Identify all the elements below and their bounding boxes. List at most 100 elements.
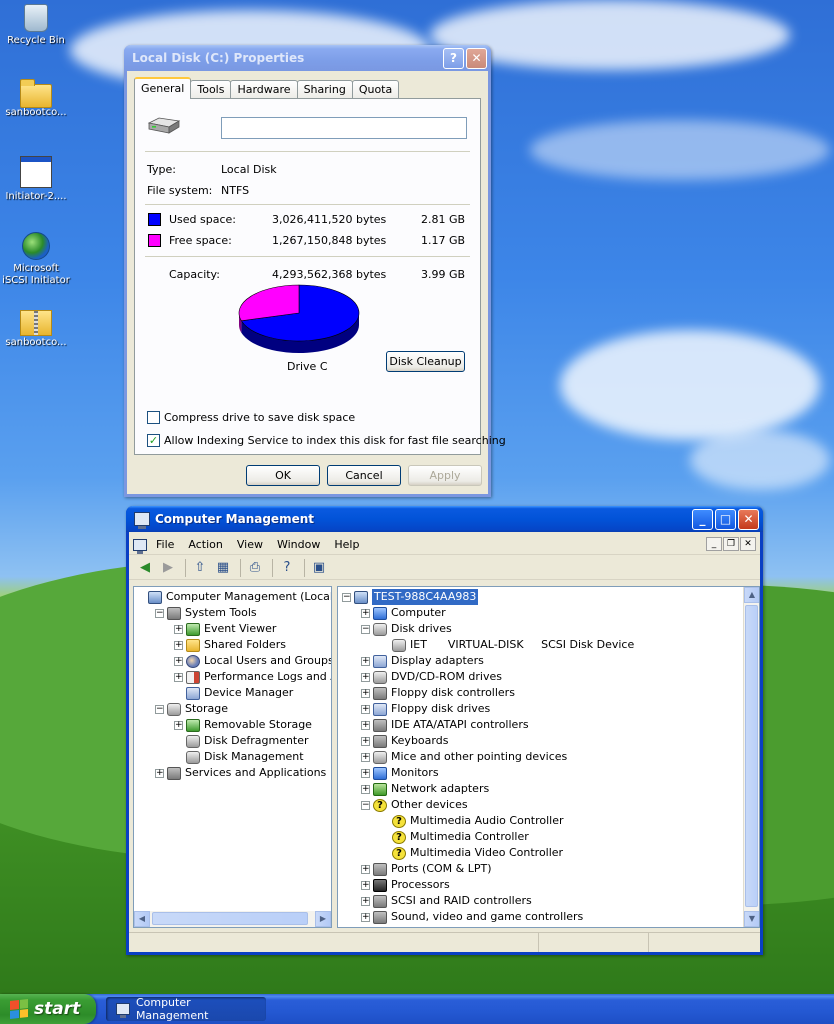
tree-item-disk-management[interactable]: Disk Management bbox=[174, 749, 304, 765]
tree-item-floppy-disk-controllers[interactable]: + Floppy disk controllers bbox=[361, 685, 515, 701]
vertical-scrollbar[interactable]: ▲ ▼ bbox=[743, 587, 759, 927]
tree-item-ports-com-lpt[interactable]: + Ports (COM & LPT) bbox=[361, 861, 492, 877]
expand-icon[interactable]: + bbox=[155, 768, 164, 778]
expand-icon[interactable]: + bbox=[361, 768, 370, 778]
tree-item-iet-virtual-disk-scsi-disk-device[interactable]: IET VIRTUAL-DISK SCSI Disk Device bbox=[380, 637, 634, 653]
tree-item-disk-defragmenter[interactable]: Disk Defragmenter bbox=[174, 733, 309, 749]
expand-icon[interactable]: + bbox=[361, 720, 370, 730]
tab-general[interactable]: General bbox=[134, 77, 192, 99]
tree-item-floppy-disk-drives[interactable]: + Floppy disk drives bbox=[361, 701, 490, 717]
expand-icon[interactable]: + bbox=[361, 656, 370, 666]
expand-icon[interactable]: + bbox=[361, 688, 370, 698]
volume-label-input[interactable] bbox=[221, 117, 467, 139]
help-icon[interactable]: ? bbox=[277, 559, 297, 577]
collapse-icon[interactable]: − bbox=[155, 608, 164, 618]
expand-icon[interactable]: + bbox=[361, 784, 370, 794]
expand-icon[interactable]: + bbox=[174, 640, 183, 650]
expand-icon[interactable]: + bbox=[174, 656, 183, 666]
tree-item-system-tools[interactable]: − System Tools bbox=[155, 605, 257, 621]
expand-icon[interactable]: + bbox=[361, 880, 370, 890]
cancel-button[interactable]: Cancel bbox=[327, 465, 401, 486]
tab-sharing[interactable]: Sharing bbox=[296, 80, 353, 99]
expand-icon[interactable]: + bbox=[361, 736, 370, 746]
desktop-icon-sanboot-zip[interactable]: sanbootco... bbox=[0, 308, 72, 349]
device-tree-pane[interactable]: − TEST-988C4AA983 + Computer − Disk drives IET… bbox=[337, 586, 760, 928]
tree-item-other-devices[interactable]: −? Other devices bbox=[361, 797, 468, 813]
minimize-button[interactable]: _ bbox=[692, 508, 713, 530]
menu-view[interactable]: View bbox=[230, 538, 270, 551]
collapse-icon[interactable]: − bbox=[342, 592, 351, 602]
forward-arrow-icon[interactable]: ▶ bbox=[158, 559, 178, 577]
menu-file[interactable]: File bbox=[149, 538, 181, 551]
mdi-minimize-button[interactable]: _ bbox=[706, 537, 722, 551]
collapse-icon[interactable]: − bbox=[361, 624, 370, 634]
tree-item-services-and-applications[interactable]: + Services and Applications bbox=[155, 765, 326, 781]
ok-button[interactable]: OK bbox=[246, 465, 320, 486]
apply-button[interactable]: Apply bbox=[408, 465, 482, 486]
expand-icon[interactable]: + bbox=[361, 608, 370, 618]
mdi-restore-button[interactable]: ❐ bbox=[723, 537, 739, 551]
tree-item-performance-logs-and-alerts[interactable]: + Performance Logs and Alerts bbox=[174, 669, 331, 685]
show-hide-tree-icon[interactable]: ▦ bbox=[213, 559, 233, 577]
tree-item-computer-management-local[interactable]: Computer Management (Local) bbox=[136, 589, 331, 605]
tab-quota[interactable]: Quota bbox=[351, 80, 400, 99]
tree-item-processors[interactable]: + Processors bbox=[361, 877, 450, 893]
tree-item-multimedia-audio-controller[interactable]: ? Multimedia Audio Controller bbox=[380, 813, 564, 829]
tree-item-removable-storage[interactable]: + Removable Storage bbox=[174, 717, 312, 733]
tree-item-disk-drives[interactable]: − Disk drives bbox=[361, 621, 452, 637]
close-button[interactable]: ✕ bbox=[738, 508, 759, 530]
expand-icon[interactable]: + bbox=[361, 704, 370, 714]
tree-item-multimedia-video-controller[interactable]: ? Multimedia Video Controller bbox=[380, 845, 563, 861]
mgmt-titlebar[interactable]: Computer Management _ □ ✕ bbox=[126, 506, 763, 532]
tree-item-shared-folders[interactable]: + Shared Folders bbox=[174, 637, 286, 653]
scroll-right-button[interactable]: ▶ bbox=[315, 911, 331, 927]
tree-item-multimedia-controller[interactable]: ? Multimedia Controller bbox=[380, 829, 529, 845]
tree-item-computer[interactable]: + Computer bbox=[361, 605, 446, 621]
expand-icon[interactable]: + bbox=[361, 912, 370, 922]
expand-icon[interactable]: + bbox=[361, 864, 370, 874]
expand-icon[interactable]: + bbox=[174, 720, 183, 730]
expand-icon[interactable]: + bbox=[361, 896, 370, 906]
tree-item-sound-video-and-game-controllers[interactable]: + Sound, video and game controllers bbox=[361, 909, 583, 925]
horizontal-scrollbar[interactable]: ◀ ▶ bbox=[134, 911, 331, 927]
tree-item-event-viewer[interactable]: + Event Viewer bbox=[174, 621, 276, 637]
compress-drive-checkbox[interactable] bbox=[147, 411, 160, 424]
tab-tools[interactable]: Tools bbox=[190, 80, 232, 99]
tree-item-network-adapters[interactable]: + Network adapters bbox=[361, 781, 489, 797]
expand-icon[interactable]: + bbox=[361, 672, 370, 682]
tree-item-local-users-and-groups[interactable]: + Local Users and Groups bbox=[174, 653, 331, 669]
mdi-close-button[interactable]: ✕ bbox=[740, 537, 756, 551]
desktop-icon-sanboot-folder[interactable]: sanbootco... bbox=[0, 79, 72, 119]
desktop-icon-recycle-bin[interactable]: Recycle Bin bbox=[0, 4, 72, 47]
maximize-button[interactable]: □ bbox=[715, 508, 736, 530]
vertical-scroll-thumb[interactable] bbox=[745, 605, 758, 907]
up-folder-icon[interactable]: ⇧ bbox=[190, 559, 210, 577]
tree-item-scsi-and-raid-controllers[interactable]: + SCSI and RAID controllers bbox=[361, 893, 532, 909]
desktop-icon-initiator[interactable]: Initiator-2.... bbox=[0, 156, 72, 203]
close-button[interactable]: ✕ bbox=[466, 47, 487, 69]
console-tree-pane[interactable]: Computer Management (Local) − System Tools… bbox=[133, 586, 332, 928]
allow-indexing-checkbox[interactable]: ✓ bbox=[147, 434, 160, 447]
horizontal-scroll-thumb[interactable] bbox=[152, 912, 308, 925]
tree-item-display-adapters[interactable]: + Display adapters bbox=[361, 653, 484, 669]
print-icon[interactable]: ⎙ bbox=[245, 559, 265, 577]
disk-cleanup-button[interactable]: Disk Cleanup bbox=[386, 351, 465, 372]
back-arrow-icon[interactable]: ◀ bbox=[135, 559, 155, 577]
tab-hardware[interactable]: Hardware bbox=[230, 80, 298, 99]
expand-icon[interactable]: + bbox=[361, 752, 370, 762]
scroll-down-button[interactable]: ▼ bbox=[744, 911, 759, 927]
menu-action[interactable]: Action bbox=[181, 538, 229, 551]
expand-icon[interactable]: + bbox=[174, 624, 183, 634]
menu-help[interactable]: Help bbox=[327, 538, 366, 551]
taskbar-item-computer-management[interactable]: Computer Management bbox=[106, 996, 266, 1022]
menu-window[interactable]: Window bbox=[270, 538, 327, 551]
scroll-up-button[interactable]: ▲ bbox=[744, 587, 759, 603]
collapse-icon[interactable]: − bbox=[155, 704, 164, 714]
tree-item-monitors[interactable]: + Monitors bbox=[361, 765, 439, 781]
tree-item-ide-ata-atapi-controllers[interactable]: + IDE ATA/ATAPI controllers bbox=[361, 717, 529, 733]
properties-icon[interactable]: ▣ bbox=[309, 559, 329, 577]
scroll-left-button[interactable]: ◀ bbox=[134, 911, 150, 927]
tree-item-keyboards[interactable]: + Keyboards bbox=[361, 733, 448, 749]
tree-item-storage[interactable]: − Storage bbox=[155, 701, 228, 717]
help-button[interactable]: ? bbox=[443, 47, 464, 69]
